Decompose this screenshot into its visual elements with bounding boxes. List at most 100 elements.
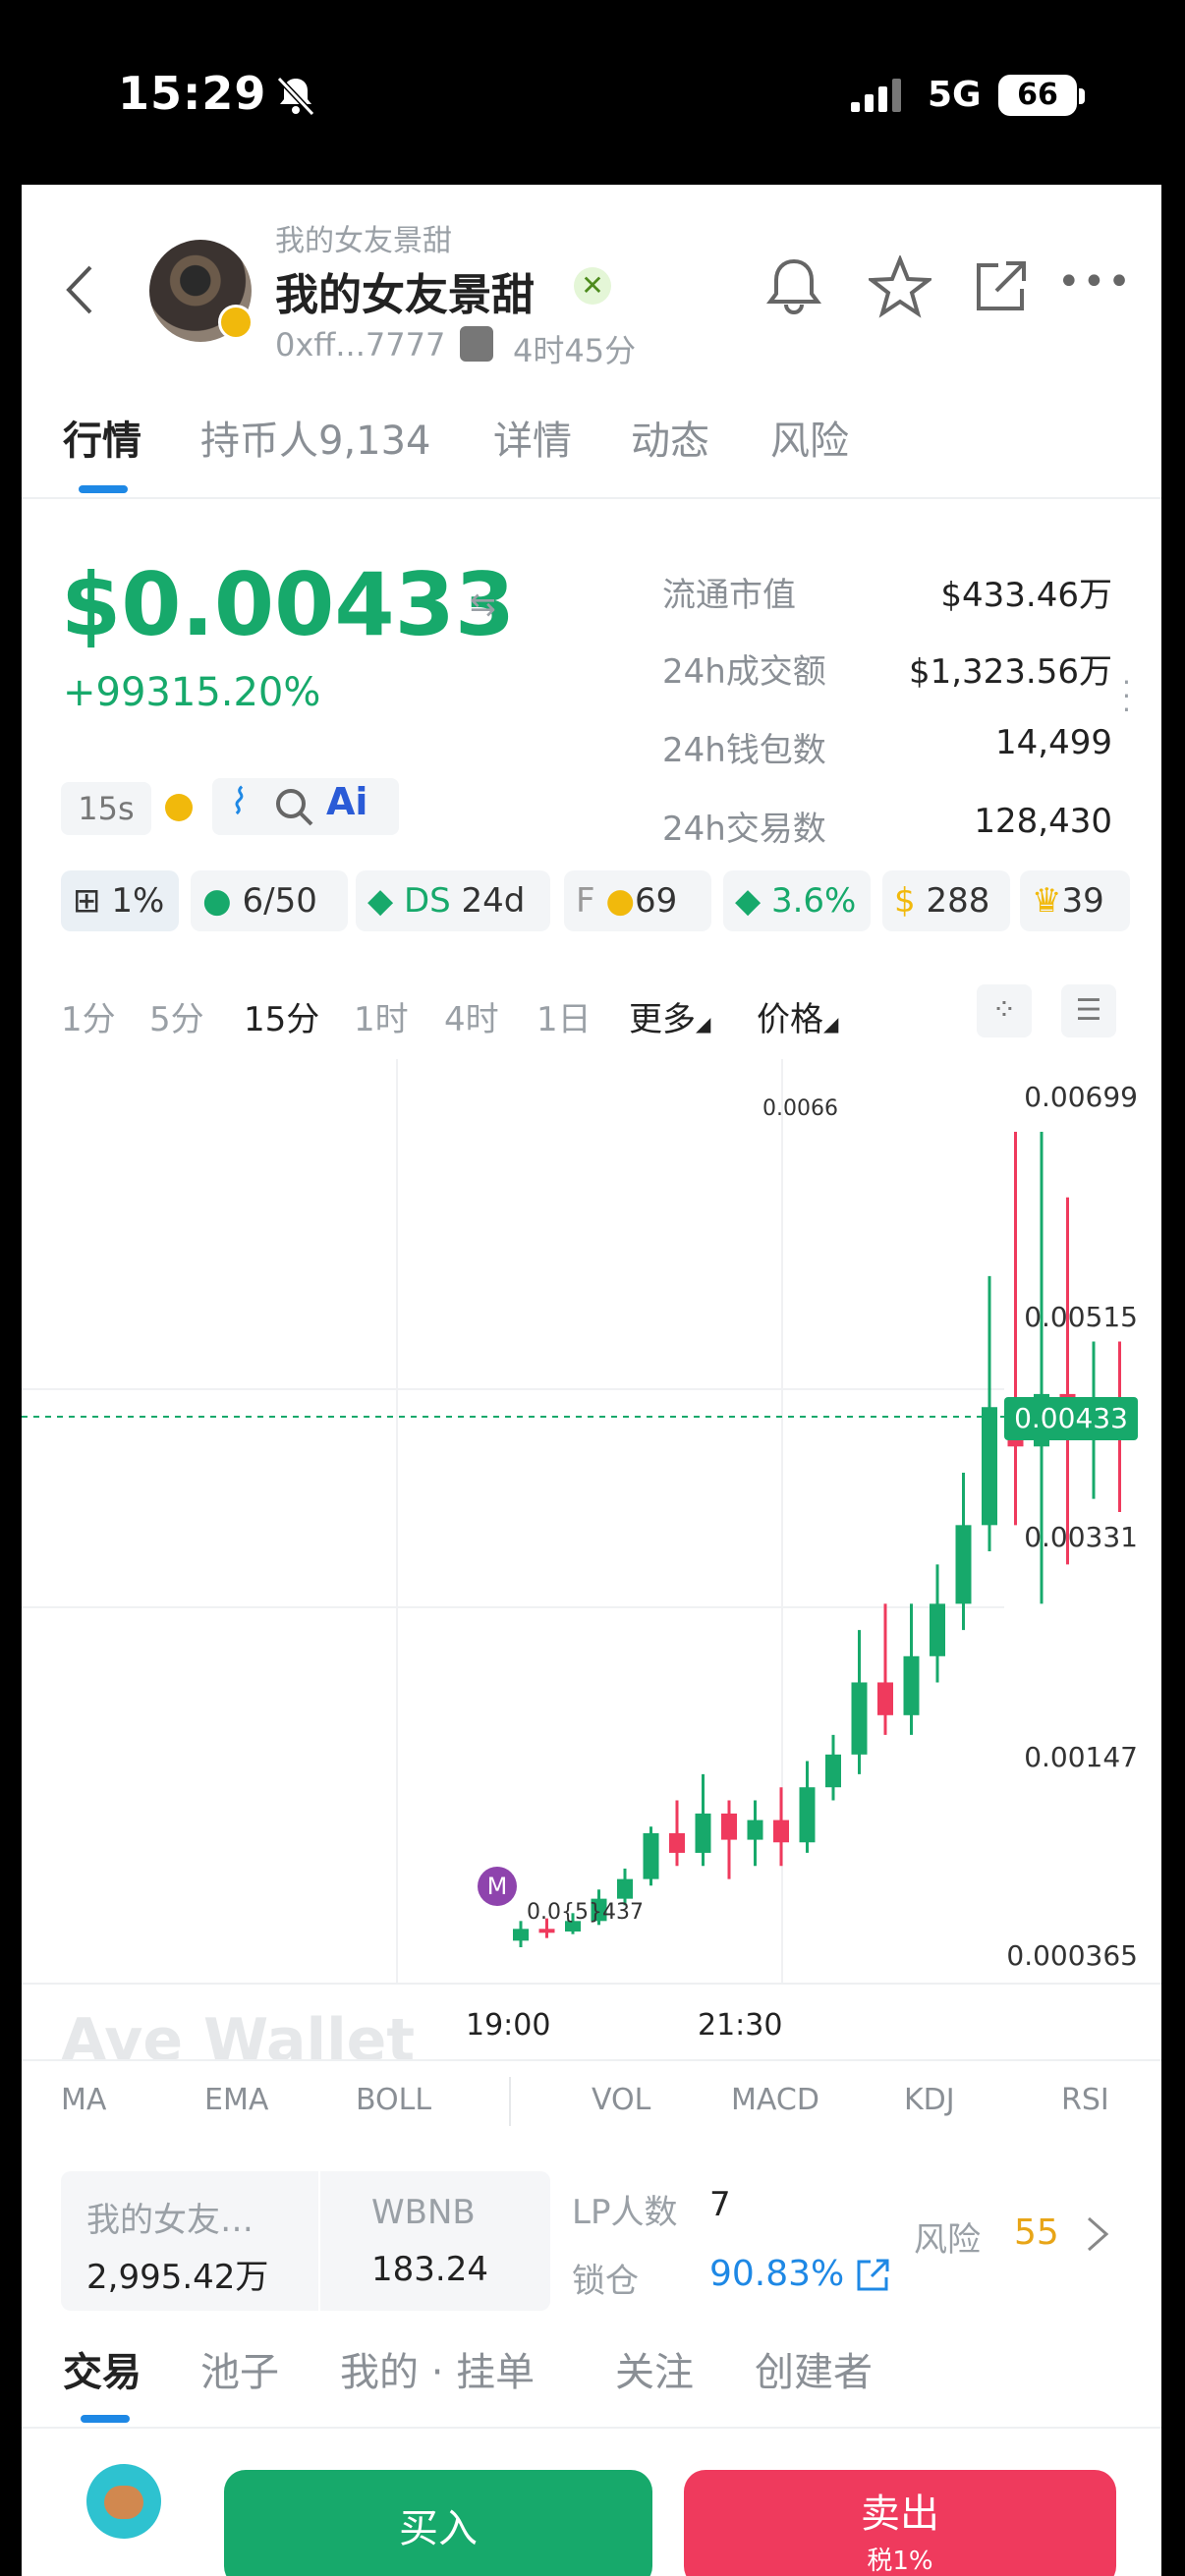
- indicator-ema[interactable]: EMA: [204, 2083, 268, 2117]
- candle-body: [799, 1787, 816, 1843]
- tab-watch[interactable]: 关注: [615, 2340, 694, 2397]
- status-time: 15:29: [118, 67, 267, 120]
- token-title: 我的女友景甜: [275, 270, 535, 320]
- indicator-macd[interactable]: MACD: [731, 2083, 819, 2117]
- contract-address: 0xff...7777: [275, 326, 446, 364]
- sell-tax-label: 税1%: [867, 2547, 933, 2576]
- price-change: +99315.20%: [63, 670, 321, 715]
- chart-watermark: Ave Wallet: [61, 2006, 416, 2075]
- chevron-right-icon[interactable]: [1085, 2214, 1110, 2254]
- candle-body: [982, 1407, 997, 1526]
- candle-body: [773, 1820, 789, 1843]
- search-icon[interactable]: [273, 786, 314, 827]
- tab-risk[interactable]: 风险: [770, 409, 849, 466]
- lock-percent[interactable]: 90.83%: [709, 2254, 844, 2294]
- chart-settings-icon[interactable]: ☰: [1061, 984, 1116, 1037]
- indicator-rsi[interactable]: RSI: [1061, 2083, 1109, 2117]
- candlestick-svg: [22, 1059, 1128, 1983]
- ds-chip-days: 24d: [461, 881, 526, 921]
- timeframe-5m[interactable]: 5分: [149, 992, 204, 1040]
- timeframe-1m[interactable]: 1分: [61, 992, 116, 1040]
- tab-market[interactable]: 行情: [63, 409, 141, 466]
- current-price-tag: 0.00433: [1004, 1397, 1138, 1440]
- candle-body: [695, 1813, 711, 1853]
- bag-chip[interactable]: $ 288: [882, 870, 1010, 931]
- indicator-boll[interactable]: BOLL: [356, 2083, 431, 2117]
- lock-label: 锁仓: [572, 2262, 639, 2301]
- bell-icon[interactable]: [764, 255, 823, 318]
- tab-trade[interactable]: 交易: [63, 2340, 141, 2397]
- y-tick-5: 0.000365: [1006, 1939, 1138, 1972]
- tab-activity[interactable]: 动态: [631, 409, 709, 466]
- tab-holders[interactable]: 持币人9,134: [200, 409, 431, 466]
- bag-chip-value: 288: [926, 881, 990, 921]
- money-bag-icon: $: [894, 881, 916, 921]
- swap-unit-icon[interactable]: ⇆: [470, 586, 496, 623]
- layers-chip[interactable]: ◆ 3.6%: [723, 870, 871, 931]
- draw-tools-icon[interactable]: ⁘: [977, 984, 1032, 1037]
- dropdown-arrow-icon: ◢: [823, 1012, 839, 1036]
- gift-icon: ⊞: [73, 881, 101, 921]
- price-value: $0.00433: [61, 554, 516, 655]
- price-chart[interactable]: Ave Wallet 0.00699 0.00515 0.00433 0.003…: [22, 1059, 1161, 2075]
- coin-icon[interactable]: [165, 794, 193, 821]
- ds-chip-label: DS: [403, 881, 451, 921]
- share-icon[interactable]: [971, 257, 1030, 316]
- price-mode-label: 价格: [757, 1000, 823, 1039]
- timeframe-15m[interactable]: 15分: [244, 992, 319, 1040]
- pool-base-amount: 183.24: [371, 2250, 488, 2289]
- trophy-chip[interactable]: ♛39: [1020, 870, 1130, 931]
- external-link-icon[interactable]: [855, 2258, 890, 2293]
- copy-icon[interactable]: [460, 326, 493, 362]
- back-arrow-icon[interactable]: [65, 263, 94, 316]
- timeframe-more-label: 更多: [629, 1000, 696, 1039]
- candle-body: [955, 1525, 972, 1604]
- tab-creator[interactable]: 创建者: [755, 2340, 873, 2397]
- candle-body: [513, 1929, 529, 1941]
- gift-chip[interactable]: ⊞ 1%: [61, 870, 179, 931]
- star-icon[interactable]: [869, 255, 931, 318]
- network-type: 5G: [928, 75, 982, 115]
- indicator-separator: [509, 2077, 511, 2126]
- timeframe-1d[interactable]: 1日: [536, 992, 592, 1040]
- timeframe-4h[interactable]: 4时: [444, 992, 499, 1040]
- price-mode-select[interactable]: 价格◢: [757, 992, 838, 1040]
- f-chip[interactable]: F ●69: [564, 870, 711, 931]
- high-price-label: 0.0066: [762, 1096, 838, 1121]
- stat-label-wallets: 24h钱包数: [662, 731, 826, 770]
- layers-icon: ◆: [735, 881, 762, 921]
- timeframe-1h[interactable]: 1时: [354, 992, 409, 1040]
- marker-badge[interactable]: M: [478, 1867, 517, 1906]
- holders-chip[interactable]: ● 6/50: [191, 870, 348, 931]
- timeframe-more[interactable]: 更多◢: [629, 992, 710, 1040]
- signal-icon: [851, 79, 901, 112]
- bnb-chain-icon: [218, 305, 254, 340]
- tab-my-orders[interactable]: 我的 · 挂单: [340, 2340, 535, 2397]
- stat-value-volume: $1,323.56万: [908, 652, 1112, 692]
- risk-score[interactable]: 55: [1014, 2212, 1059, 2253]
- tab-details[interactable]: 详情: [493, 409, 572, 466]
- candle-body: [825, 1754, 841, 1788]
- trophy-chip-value: 39: [1061, 881, 1104, 921]
- vertical-more-icon[interactable]: · · ·: [1122, 669, 1131, 724]
- candle-body: [538, 1929, 555, 1933]
- more-icon[interactable]: •••: [1057, 259, 1133, 305]
- ai-button[interactable]: Ai: [326, 780, 367, 823]
- tab-pool[interactable]: 池子: [200, 2340, 279, 2397]
- y-tick-1: 0.00515: [1024, 1301, 1138, 1333]
- indicator-vol[interactable]: VOL: [592, 2083, 650, 2117]
- sell-button-label: 卖出: [861, 2492, 939, 2537]
- ds-chip[interactable]: ◆ DS 24d: [356, 870, 550, 931]
- stat-value-wallets: 14,499: [995, 723, 1112, 762]
- buy-button[interactable]: 买入: [224, 2470, 652, 2576]
- gift-chip-value: 1%: [111, 881, 165, 921]
- f-chip-label: F: [576, 881, 595, 921]
- token-age: 4时45分: [513, 332, 637, 369]
- interval-badge[interactable]: 15s: [61, 782, 151, 835]
- indicator-ma[interactable]: MA: [61, 2083, 106, 2117]
- battery-tip: [1079, 88, 1085, 104]
- risk-label[interactable]: 风险: [914, 2212, 981, 2261]
- lp-count-label: LP人数: [572, 2193, 678, 2232]
- indicator-kdj[interactable]: KDJ: [904, 2083, 955, 2117]
- feather-icon[interactable]: ⌇: [228, 782, 246, 822]
